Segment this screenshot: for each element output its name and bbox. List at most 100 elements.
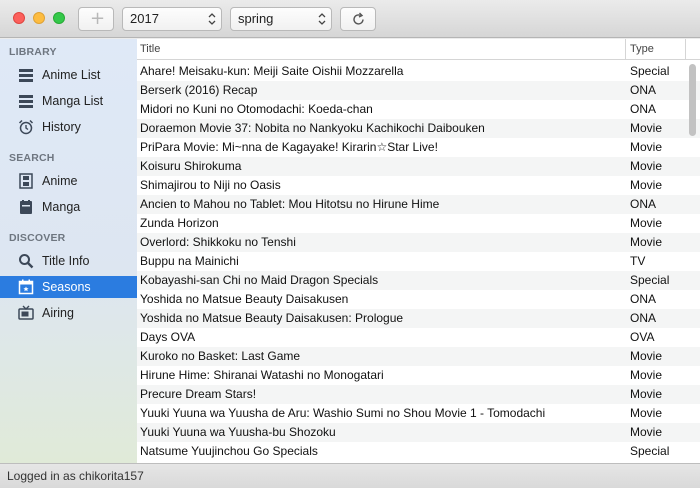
table-row[interactable]: PriPara Movie: Mi~nna de Kagayake! Kirar… [137,138,700,157]
sidebar-item-label: Manga List [42,94,104,108]
cell-title: Yuuki Yuuna wa Yuusha-bu Shozoku [140,425,336,439]
add-button[interactable]: + [78,7,114,31]
refresh-button[interactable] [340,7,376,31]
vertical-scrollbar[interactable] [689,64,696,136]
minimize-window-button[interactable] [33,12,45,24]
table-row[interactable]: Buppu na Mainichi TV [137,252,700,271]
cell-title: Kuroko no Basket: Last Game [140,349,301,363]
cell-type: ONA [630,197,657,211]
cell-type: Movie [630,235,663,249]
cell-type: Movie [630,425,663,439]
sidebar-item-manga-search[interactable]: Manga [0,196,137,218]
column-divider[interactable] [625,39,626,60]
list-icon [19,95,33,108]
updown-arrows-icon [318,13,326,25]
table-row[interactable]: Shimajirou to Niji no Oasis Movie [137,176,700,195]
cell-type: TV [630,254,646,268]
sidebar-item-anime-search[interactable]: Anime [0,170,137,192]
seasons-table[interactable]: Title Type Ahare! Meisaku-kun: Meiji Sai… [137,39,700,463]
cell-title: Hirune Hime: Shiranai Watashi no Monogat… [140,368,384,382]
section-search: SEARCH [9,152,55,164]
toolbar: + 2017 spring [0,0,700,38]
sidebar-item-label: Anime List [42,68,101,82]
cell-type: Movie [630,216,663,230]
sidebar-item-anime-list[interactable]: Anime List [0,64,137,86]
table-body: Ahare! Meisaku-kun: Meiji Saite Oishii M… [137,62,700,461]
column-header-title[interactable]: Title [140,43,160,55]
cell-title: Kobayashi-san Chi no Maid Dragon Special… [140,273,379,287]
cell-type: Movie [630,121,663,135]
cell-type: Movie [630,387,663,401]
cell-title: Buppu na Mainichi [140,254,239,268]
cell-type: Movie [630,349,663,363]
cell-title: Yuuki Yuuna wa Yuusha de Aru: Washio Sum… [140,406,546,420]
table-row[interactable]: Ahare! Meisaku-kun: Meiji Saite Oishii M… [137,62,700,81]
season-select[interactable]: spring [230,7,332,31]
tv-icon [18,305,34,320]
sidebar-item-label: Seasons [42,280,91,294]
cell-title: Shimajirou to Niji no Oasis [140,178,281,192]
cell-title: Midori no Kuni no Otomodachi: Koeda-chan [140,102,373,116]
sidebar-item-history[interactable]: History [0,116,137,138]
cell-type: Special [630,444,670,458]
cell-type: Movie [630,178,663,192]
table-header: Title Type [137,39,700,60]
cell-title: PriPara Movie: Mi~nna de Kagayake! Kirar… [140,140,438,154]
alarm-clock-icon [18,119,34,135]
app-window: + 2017 spring LIBRARY Anime List Manga L… [0,0,700,488]
table-row[interactable]: Natsume Yuujinchou Go Specials Special [137,442,700,461]
cell-title: Yoshida no Matsue Beauty Daisakusen: Pro… [140,311,404,325]
cell-title: Natsume Yuujinchou Go Specials [140,444,318,458]
sidebar: LIBRARY Anime List Manga List History SE… [0,39,137,463]
cell-type: Special [630,273,670,287]
sidebar-item-label: Airing [42,306,74,320]
table-row[interactable]: Yoshida no Matsue Beauty Daisakusen: Pro… [137,309,700,328]
table-row[interactable]: Koisuru Shirokuma Movie [137,157,700,176]
cell-title: Overlord: Shikkoku no Tenshi [140,235,296,249]
sidebar-item-airing[interactable]: Airing [0,302,137,324]
refresh-icon [353,12,364,25]
status-bar: Logged in as chikorita157 [0,463,700,488]
cell-title: Ahare! Meisaku-kun: Meiji Saite Oishii M… [140,64,404,78]
table-row[interactable]: Zunda Horizon Movie [137,214,700,233]
sidebar-item-manga-list[interactable]: Manga List [0,90,137,112]
sidebar-item-seasons[interactable]: Seasons [0,276,137,298]
cell-title: Precure Dream Stars! [140,387,257,401]
table-row[interactable]: Yoshida no Matsue Beauty Daisakusen ONA [137,290,700,309]
close-window-button[interactable] [13,12,25,24]
column-header-type[interactable]: Type [630,43,654,55]
year-select-value: 2017 [130,11,159,26]
year-select[interactable]: 2017 [122,7,222,31]
table-row[interactable]: Doraemon Movie 37: Nobita no Nankyoku Ka… [137,119,700,138]
cell-title: Doraemon Movie 37: Nobita no Nankyoku Ka… [140,121,485,135]
table-row[interactable]: Precure Dream Stars! Movie [137,385,700,404]
cell-title: Days OVA [140,330,196,344]
table-row[interactable]: Midori no Kuni no Otomodachi: Koeda-chan… [137,100,700,119]
table-row[interactable]: Berserk (2016) Recap ONA [137,81,700,100]
cell-type: Movie [630,406,663,420]
plus-icon: + [90,8,106,29]
section-discover: DISCOVER [9,232,66,244]
cell-type: ONA [630,292,657,306]
book-icon [20,200,32,214]
column-divider[interactable] [685,39,686,60]
section-library: LIBRARY [9,46,57,58]
table-row[interactable]: Yuuki Yuuna wa Yuusha-bu Shozoku Movie [137,423,700,442]
sidebar-item-label: Anime [42,174,78,188]
updown-arrows-icon [208,13,216,25]
table-row[interactable]: Kobayashi-san Chi no Maid Dragon Special… [137,271,700,290]
table-row[interactable]: Days OVA OVA [137,328,700,347]
sidebar-item-title-info[interactable]: Title Info [0,250,137,272]
table-row[interactable]: Hirune Hime: Shiranai Watashi no Monogat… [137,366,700,385]
season-select-value: spring [238,11,274,26]
sidebar-item-label: Title Info [42,254,90,268]
table-row[interactable]: Yuuki Yuuna wa Yuusha de Aru: Washio Sum… [137,404,700,423]
table-row[interactable]: Ancien to Mahou no Tablet: Mou Hitotsu n… [137,195,700,214]
zoom-window-button[interactable] [53,12,65,24]
calendar-icon [18,279,34,295]
table-row[interactable]: Overlord: Shikkoku no Tenshi Movie [137,233,700,252]
cell-title: Berserk (2016) Recap [140,83,258,97]
list-icon [19,69,33,82]
cell-type: OVA [630,330,655,344]
table-row[interactable]: Kuroko no Basket: Last Game Movie [137,347,700,366]
